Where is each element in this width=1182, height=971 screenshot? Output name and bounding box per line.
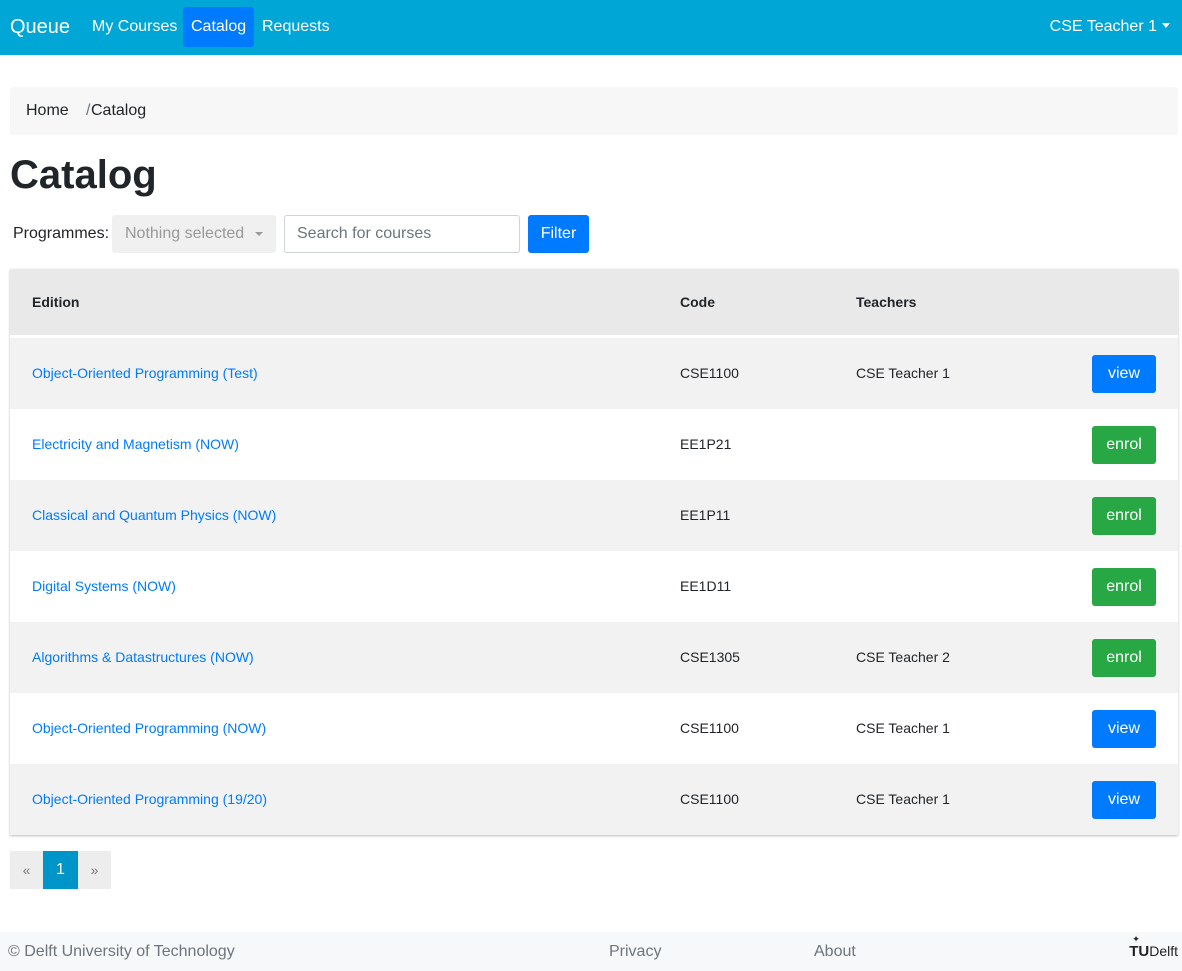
view-button[interactable]: view [1092,781,1156,819]
table-header: Edition Code Teachers [10,269,1178,335]
table-row: Digital Systems (NOW) EE1D11 enrol [10,551,1178,622]
table-row: Classical and Quantum Physics (NOW) EE1P… [10,480,1178,551]
course-code: CSE1100 [680,365,739,381]
edition-link[interactable]: Object-Oriented Programming (Test) [32,364,258,382]
filter-button[interactable]: Filter [528,215,589,253]
course-teachers: CSE Teacher 1 [856,791,950,807]
top-navbar: Queue My Courses Catalog Requests CSE Te… [0,0,1182,55]
caret-down-icon [255,232,263,236]
course-code: EE1D11 [680,578,732,594]
user-name: CSE Teacher 1 [1049,18,1157,35]
course-teachers: CSE Teacher 1 [856,720,950,736]
course-teachers: CSE Teacher 2 [856,649,950,665]
footer-copyright: © Delft University of Technology [8,943,235,960]
pagination-next[interactable]: » [78,851,111,889]
edition-link[interactable]: Object-Oriented Programming (NOW) [32,719,266,737]
page-title: Catalog [10,153,157,197]
tudelft-logo: ✦ TUDelft [1129,934,1178,961]
table-row: Object-Oriented Programming (Test) CSE11… [10,338,1178,409]
programmes-select-value: Nothing selected [125,225,245,242]
programmes-select[interactable]: Nothing selected [112,215,276,253]
edition-link[interactable]: Object-Oriented Programming (19/20) [32,790,267,808]
brand-link[interactable]: Queue [10,14,70,40]
edition-link[interactable]: Digital Systems (NOW) [32,577,176,595]
course-code: CSE1100 [680,791,739,807]
nav-my-courses[interactable]: My Courses [84,7,185,47]
pagination-page-1[interactable]: 1 [43,851,78,889]
catalog-table: Edition Code Teachers Object-Oriented Pr… [10,269,1178,835]
view-button[interactable]: view [1092,710,1156,748]
footer-about-link[interactable]: About [814,932,856,971]
edition-link[interactable]: Classical and Quantum Physics (NOW) [32,506,276,524]
course-code: EE1P21 [680,436,732,452]
edition-link[interactable]: Electricity and Magnetism (NOW) [32,435,239,453]
nav-requests[interactable]: Requests [254,7,338,47]
enrol-button[interactable]: enrol [1092,497,1156,535]
pagination-prev[interactable]: « [10,851,43,889]
course-code: EE1P11 [680,507,731,523]
programmes-label: Programmes: [13,225,110,242]
footer-privacy-link[interactable]: Privacy [609,932,661,971]
course-search-input[interactable] [284,215,520,253]
breadcrumb-current: Catalog [91,102,147,119]
breadcrumb: Home / Catalog [10,87,1178,135]
caret-down-icon [1162,23,1170,28]
table-row: Algorithms & Datastructures (NOW) CSE130… [10,622,1178,693]
breadcrumb-separator: / [86,102,91,119]
enrol-button[interactable]: enrol [1092,426,1156,464]
table-row: Object-Oriented Programming (19/20) CSE1… [10,764,1178,835]
enrol-button[interactable]: enrol [1092,639,1156,677]
course-code: CSE1100 [680,720,739,736]
nav-catalog[interactable]: Catalog [183,7,255,47]
header-teachers: Teachers [856,294,917,310]
view-button[interactable]: view [1092,355,1156,393]
user-menu[interactable]: CSE Teacher 1 [1050,7,1170,47]
course-code: CSE1305 [680,649,740,665]
header-edition: Edition [32,294,80,310]
header-code: Code [680,294,715,310]
enrol-button[interactable]: enrol [1092,568,1156,606]
footer: © Delft University of Technology Privacy… [0,932,1182,971]
breadcrumb-home[interactable]: Home [26,87,69,135]
flame-icon: ✦ [1132,934,1140,944]
course-teachers: CSE Teacher 1 [856,365,950,381]
table-row: Object-Oriented Programming (NOW) CSE110… [10,693,1178,764]
edition-link[interactable]: Algorithms & Datastructures (NOW) [32,648,254,666]
table-row: Electricity and Magnetism (NOW) EE1P21 e… [10,409,1178,480]
